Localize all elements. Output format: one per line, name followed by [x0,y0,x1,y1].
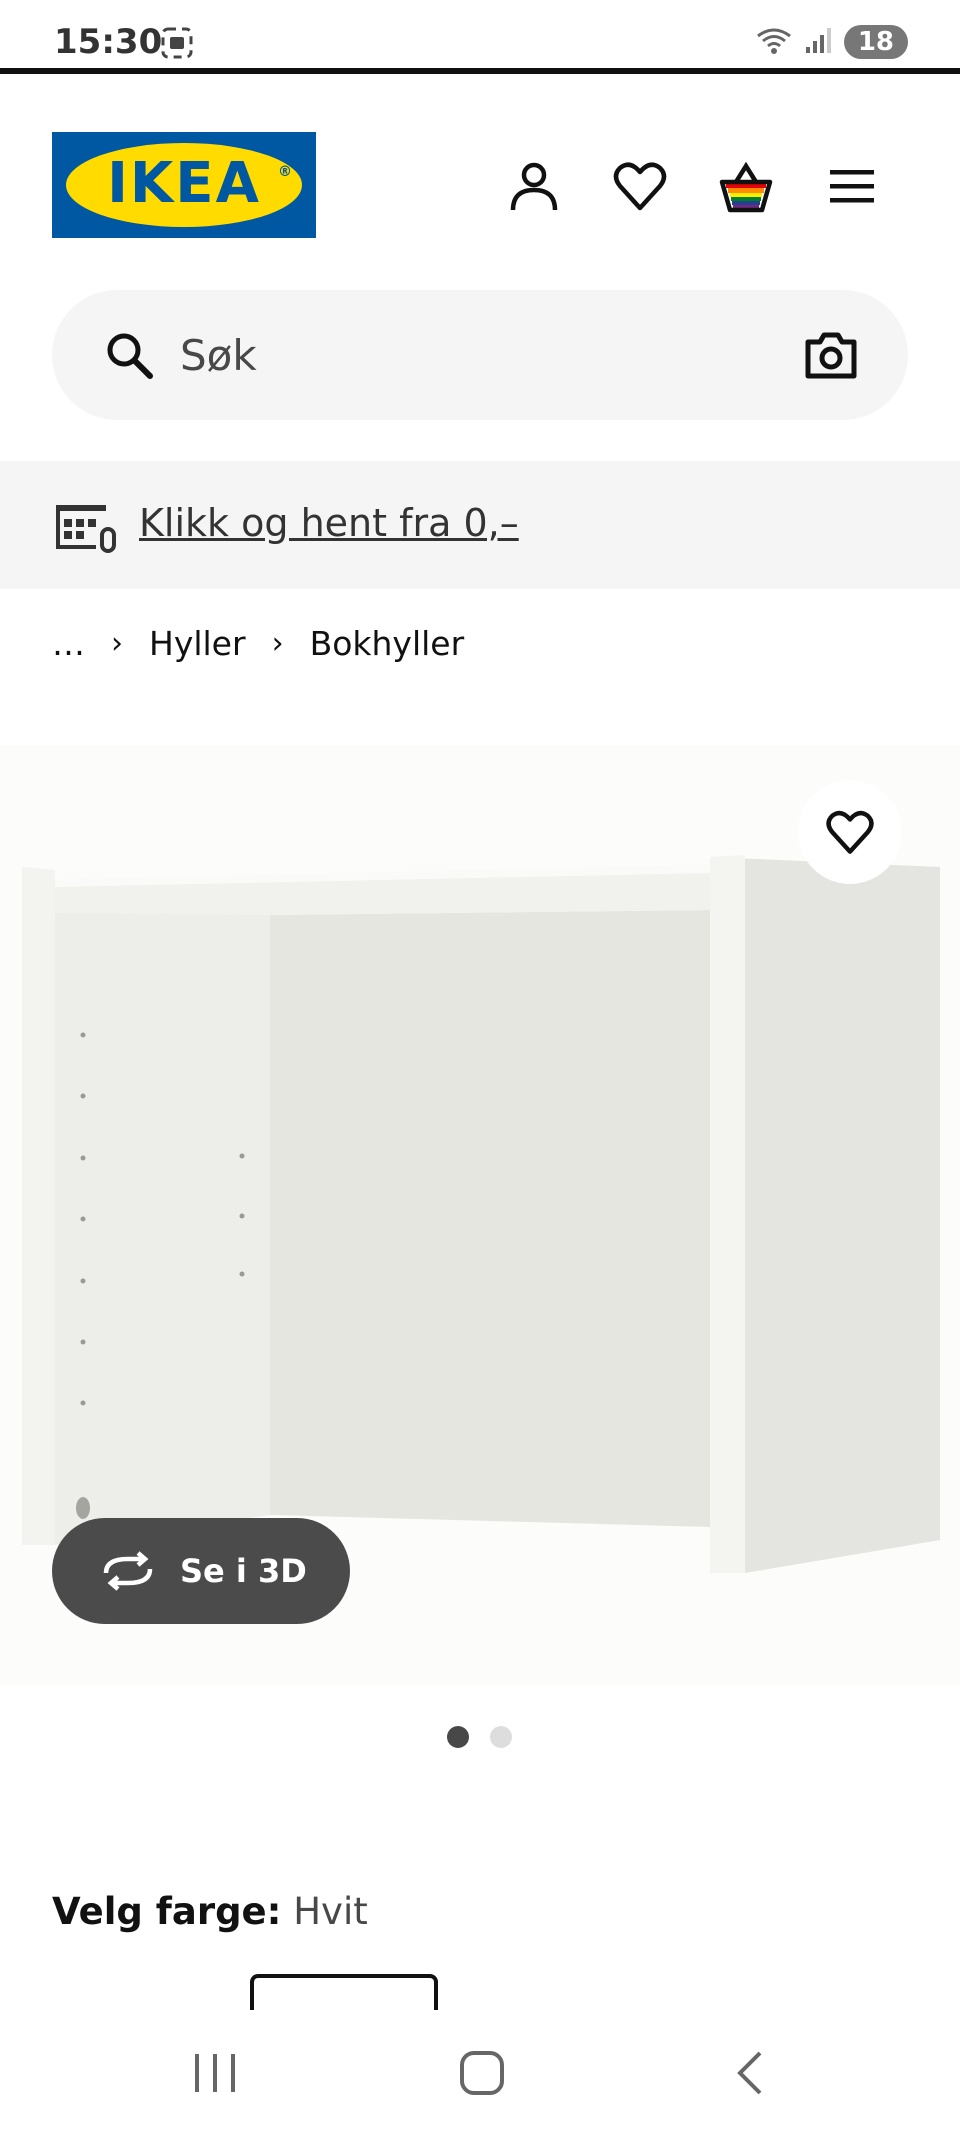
logo-text: IKEA [107,151,261,216]
add-to-favorites-button[interactable] [798,780,902,884]
battery-badge: 18 [843,25,908,59]
search-bar[interactable] [52,290,908,420]
color-label: Velg farge: [52,1890,282,1933]
store-pickup-icon [54,501,116,553]
wifi-icon [754,24,794,60]
color-value: Hvit [293,1890,368,1933]
home-icon[interactable] [452,2048,512,2098]
signal-icon [804,25,834,59]
click-and-collect-link[interactable]: Klikk og hent fra 0,– [139,501,519,545]
camera-icon[interactable] [802,326,860,384]
status-right: 18 [754,24,908,60]
screenshot-icon [160,26,194,60]
breadcrumb-item-ellipsis[interactable]: … [52,624,85,663]
breadcrumb: … › Hyller › Bokhyller [52,624,464,663]
status-time: 15:30 [54,22,163,62]
carousel-dot-1[interactable] [447,1726,469,1748]
color-swatch-selected[interactable] [250,1974,438,2014]
view-3d-label: Se i 3D [180,1552,307,1590]
site-header: IKEA ® [0,80,960,290]
rotate-3d-icon [103,1551,153,1591]
color-selector-label: Velg farge: Hvit [52,1890,368,1933]
account-icon[interactable] [506,158,562,214]
heart-icon [826,810,874,854]
carousel-dot-2[interactable] [490,1726,512,1748]
recent-apps-icon[interactable] [185,2048,245,2098]
cart-icon[interactable] [718,158,774,214]
breadcrumb-item-shelves[interactable]: Hyller [149,624,246,663]
favorites-icon[interactable] [612,158,668,214]
carousel-indicator [447,1726,512,1748]
status-bar: 15:30 18 [0,0,960,74]
ikea-logo[interactable]: IKEA ® [52,132,316,238]
breadcrumb-item-bookcases[interactable]: Bokhyller [310,624,465,663]
promo-banner: Klikk og hent fra 0,– [0,461,960,589]
search-input[interactable] [180,318,780,392]
back-icon[interactable] [720,2048,780,2098]
menu-icon[interactable] [824,158,880,214]
chevron-right-icon: › [271,626,284,661]
registered-mark-icon: ® [278,164,292,180]
system-nav-bar [0,2010,960,2133]
view-3d-button[interactable]: Se i 3D [52,1518,350,1624]
search-icon[interactable] [104,330,154,380]
page: 15:30 18 IKEA ® Søk Klikk og hent fra 0,… [0,0,960,2133]
chevron-right-icon: › [111,626,123,661]
